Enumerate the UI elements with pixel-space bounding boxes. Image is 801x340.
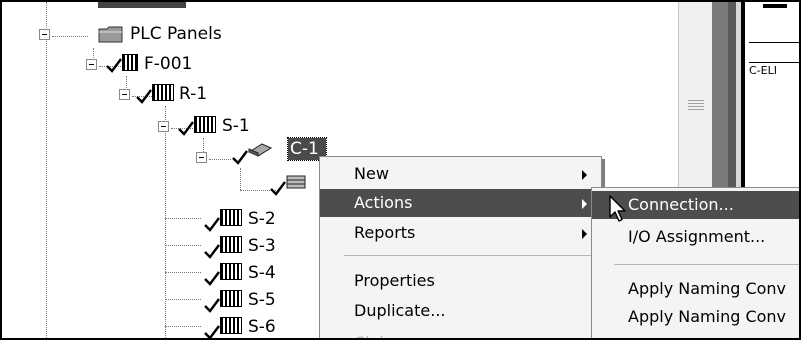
collapse-toggle-f-001[interactable] [86,59,97,70]
rack-icon [152,84,174,101]
menu-item-label: New [354,164,389,183]
tree-item-plc-panels[interactable]: PLC Panels [130,24,222,44]
tree-item-r-1[interactable]: R-1 [179,84,207,104]
tree-connector [165,326,201,327]
mouse-pointer-icon [609,195,626,222]
drawing-mark [763,4,787,8]
menu-item-claim: Claim [320,329,601,338]
submenu-arrow-icon [582,170,587,180]
drawing-line [749,62,799,63]
collapse-toggle-s-1[interactable] [158,121,169,132]
menu-item-label: Apply Naming Conv [628,307,787,326]
checkmark-icon [204,325,220,338]
checkmark-icon [270,181,286,196]
menu-item-label: Reports [354,223,416,242]
drawing-tag: C-ELI [749,64,777,77]
checkmark-icon [178,121,194,136]
submenu-arrow-icon [582,229,587,239]
tree-connector [165,106,166,338]
menu-separator [344,255,594,256]
checkmark-icon [106,58,122,73]
menu-item-actions[interactable]: Actions [320,189,601,217]
checkmark-icon [204,244,220,259]
tree-item-s-4[interactable]: S-4 [248,263,276,283]
slot-icon [220,263,242,280]
collapse-toggle-plc-panels[interactable] [39,29,50,40]
menu-item-label: Properties [354,271,435,290]
tree-item-s-6[interactable]: S-6 [248,317,276,337]
slot-icon [220,236,242,253]
tree-item-s-5[interactable]: S-5 [248,290,276,310]
context-menu: New Actions Reports Properties Duplicate… [319,156,602,338]
checkmark-icon [204,271,220,286]
slot-icon [220,290,242,307]
collapse-toggle-c-1[interactable] [196,152,207,163]
menu-item-reports[interactable]: Reports [320,219,601,247]
application-window: PLC Panels F-001 R-1 S-1 C-1 S-2 S-3 S-4… [0,0,801,340]
tree-connector [46,2,47,338]
menu-item-label: Connection... [628,195,734,214]
folder-icon [98,26,123,43]
drawing-line [749,42,799,43]
slot-icon [194,116,216,133]
menu-item-io-assignment[interactable]: I/O Assignment... [592,223,799,251]
menu-item-label: I/O Assignment... [628,227,766,246]
menu-item-label: Apply Naming Conv [628,279,787,298]
slot-icon [220,317,242,334]
tree-connector [165,299,201,300]
menu-item-apply-naming-convention-2[interactable]: Apply Naming Conv [592,303,799,331]
tree-connector [209,159,231,160]
tree-connector [165,218,201,219]
checkmark-icon [232,150,248,165]
menu-item-label: Actions [354,193,413,212]
collapse-toggle-r-1[interactable] [119,89,130,100]
partial-tree-item [98,2,186,8]
menu-item-properties[interactable]: Properties [320,267,601,295]
slot-icon [220,209,242,226]
tree-item-s-1[interactable]: S-1 [222,116,250,136]
panel-icon [122,54,138,71]
menu-separator [614,264,799,265]
card-icon [248,143,272,157]
checkmark-icon [204,217,220,232]
tree-item-f-001[interactable]: F-001 [144,54,192,74]
menu-item-new[interactable]: New [320,160,601,188]
tree-item-s-2[interactable]: S-2 [248,209,276,229]
tree-connector [165,245,201,246]
checkmark-icon [204,298,220,313]
scroll-grip [688,100,704,101]
menu-item-apply-naming-convention[interactable]: Apply Naming Conv [592,275,799,303]
menu-item-label: Claim [354,329,399,338]
tree-connector [165,272,201,273]
checkmark-icon [136,89,152,104]
scroll-grip [688,106,704,107]
scroll-grip [688,103,704,104]
scroll-grip [688,109,704,110]
channel-icon [286,175,306,189]
menu-item-label: Duplicate... [354,301,446,320]
tree-item-s-3[interactable]: S-3 [248,236,276,256]
tree-connector [52,36,88,37]
menu-item-duplicate[interactable]: Duplicate... [320,297,601,325]
submenu-arrow-icon [582,199,587,209]
tree-connector [240,168,241,190]
